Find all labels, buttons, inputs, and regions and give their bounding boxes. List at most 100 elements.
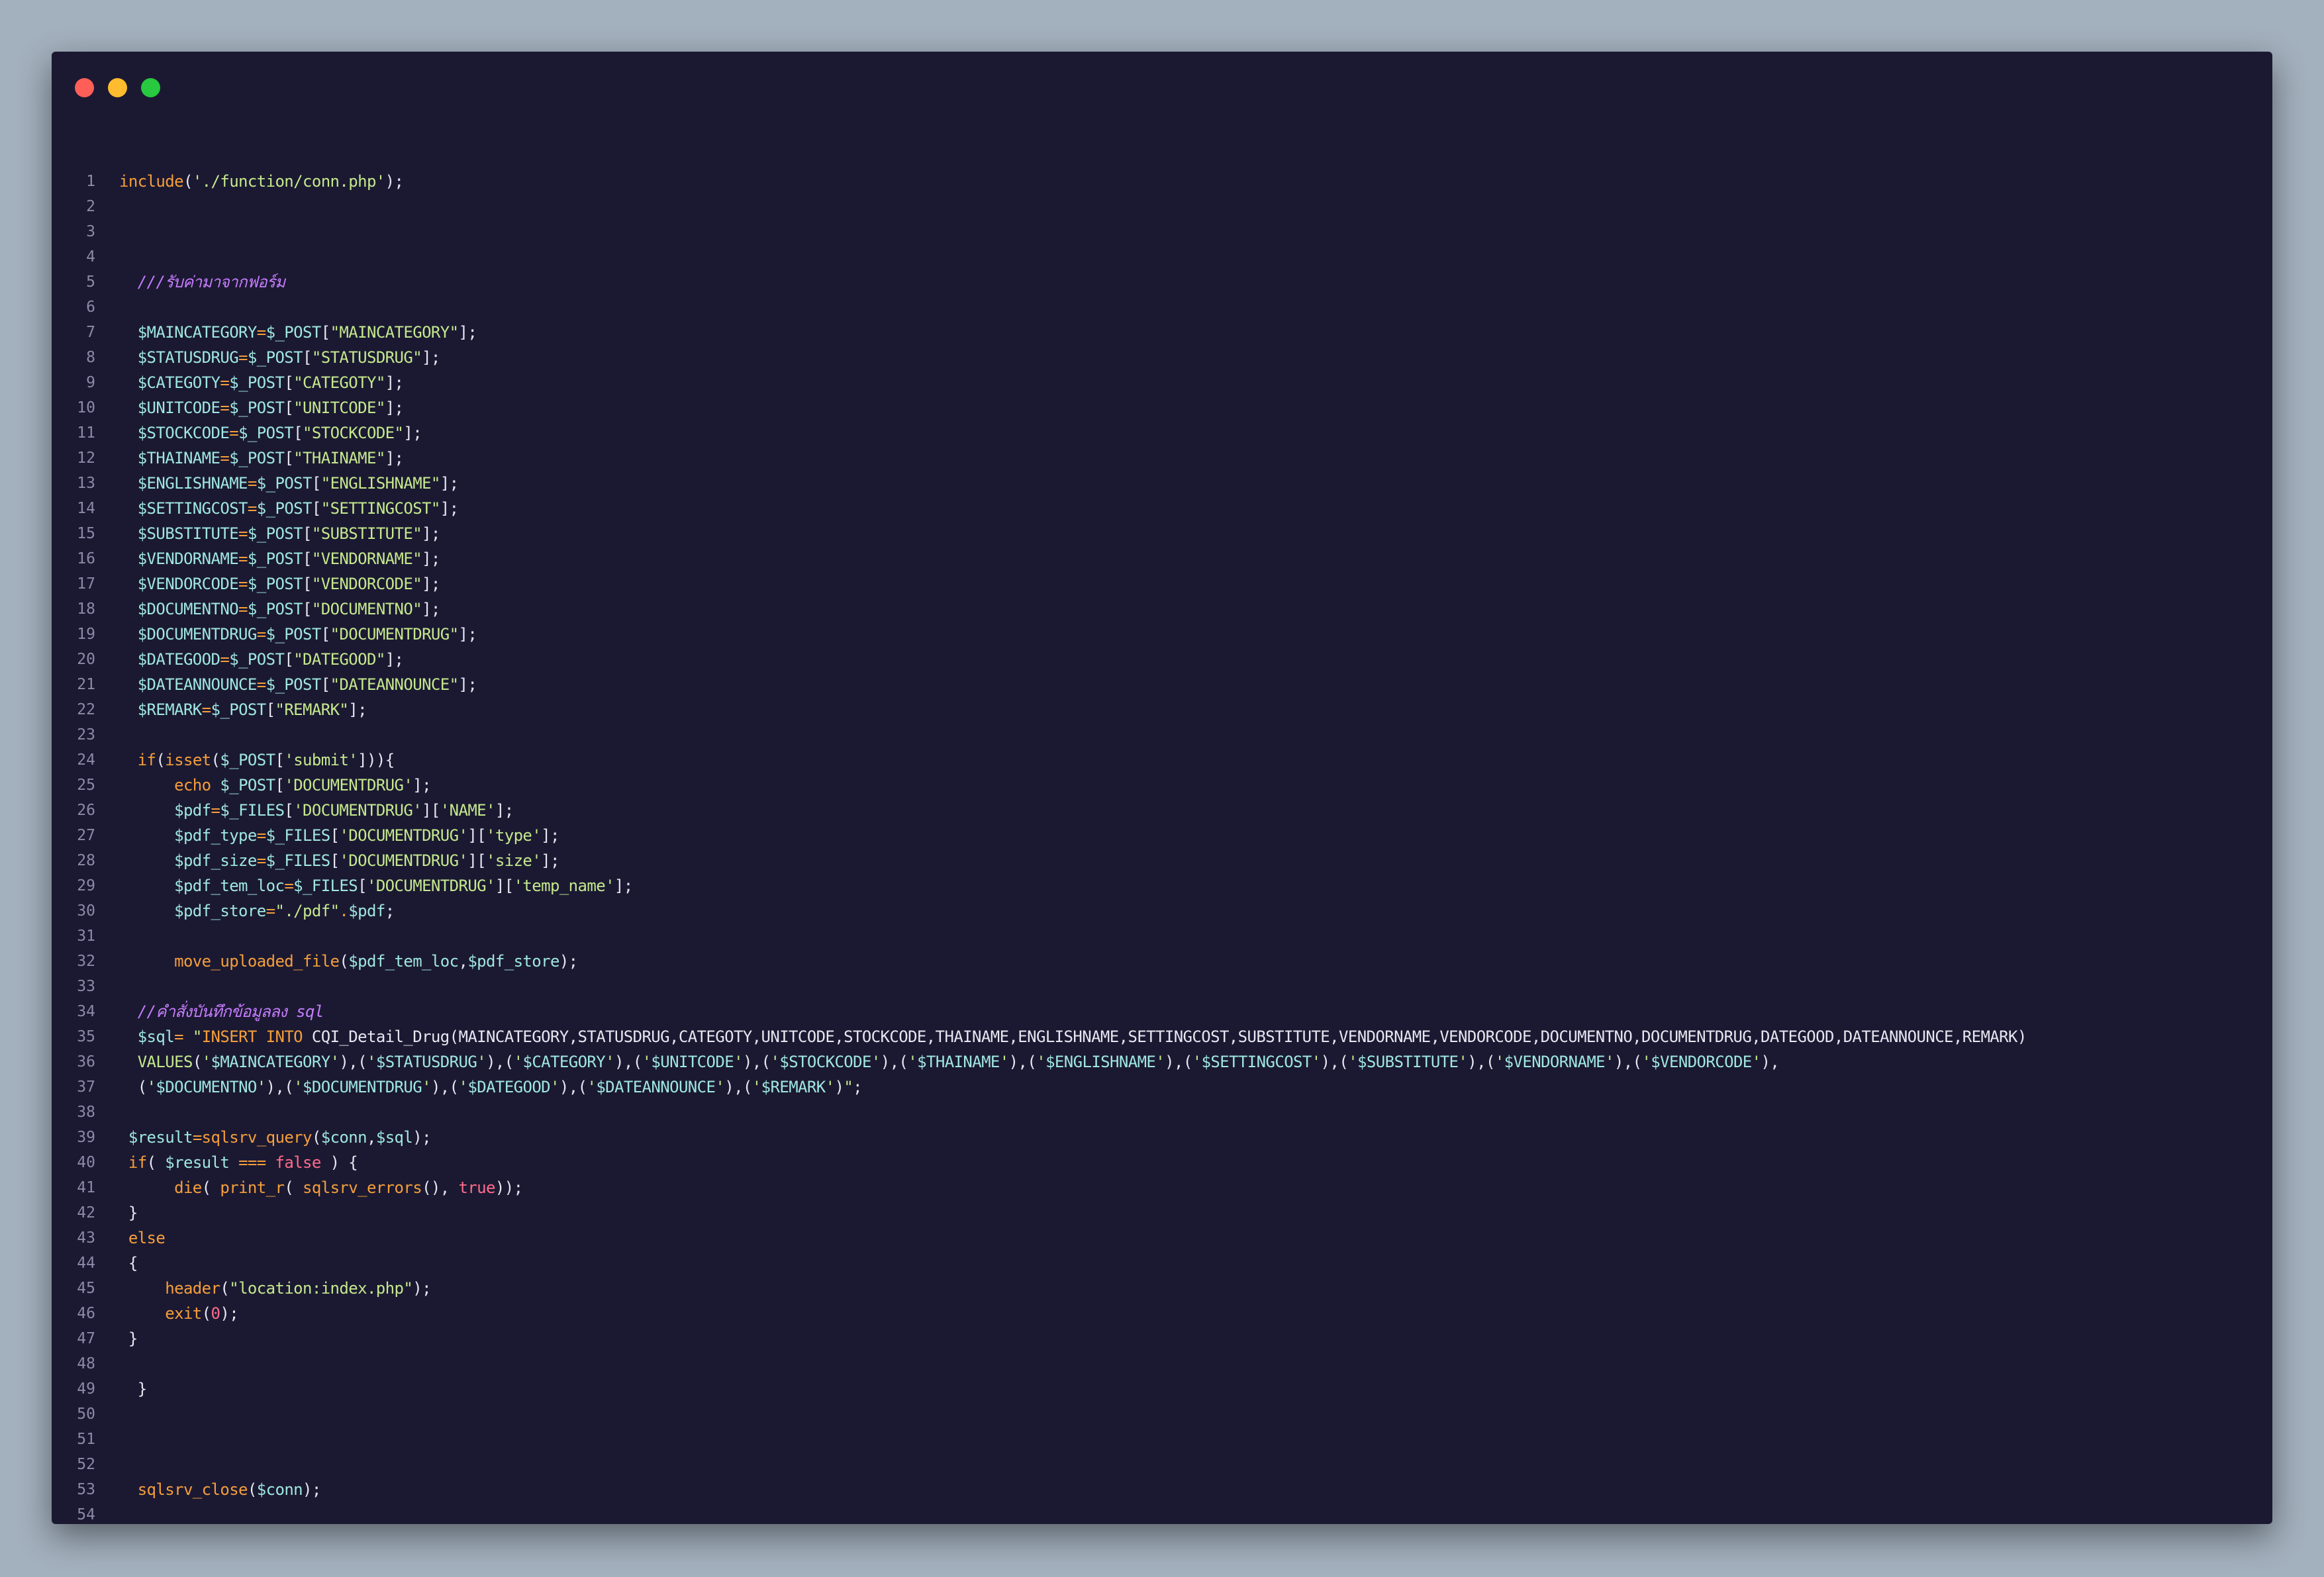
code-token: = <box>256 625 266 644</box>
code-token: $_POST <box>266 675 322 694</box>
code-token: $MAINCATEGORY <box>137 323 258 342</box>
code-token: ),( <box>559 1078 587 1096</box>
line-content: $SUBSTITUTE=$_POST["SUBSTITUTE"]; <box>119 521 441 546</box>
code-token: $_FILES <box>266 851 331 870</box>
code-token: header <box>165 1279 220 1298</box>
code-token: $pdf_store <box>467 952 559 971</box>
line-content: VALUES('$MAINCATEGORY'),('$STATUSDRUG'),… <box>119 1049 1780 1075</box>
code-token: //คำสั่งบันทึกข้อมูลลง sql <box>137 1002 324 1021</box>
minimize-window-icon[interactable] <box>108 78 127 97</box>
code-token: $VENDORNAME <box>137 550 239 568</box>
code-line: 40 if( $result === false ) { <box>52 1150 2272 1175</box>
code-token: $pdf_type <box>174 826 257 845</box>
code-token: ' <box>458 1078 468 1096</box>
code-token: ); <box>385 172 404 191</box>
code-token: [ <box>284 801 294 820</box>
code-token: === <box>238 1153 266 1172</box>
code-line: 14 $SETTINGCOST=$_POST["SETTINGCOST"]; <box>52 496 2272 521</box>
code-line: 4 <box>52 244 2272 269</box>
code-token: = <box>220 399 230 417</box>
code-line: 54 <box>52 1502 2272 1524</box>
code-line: 45 header("location:index.php"); <box>52 1276 2272 1301</box>
code-token: = <box>247 474 257 493</box>
code-token: ]; <box>348 700 367 719</box>
line-number: 48 <box>77 1355 95 1372</box>
code-token: $sql <box>137 1027 175 1046</box>
code-token: ]; <box>422 348 440 367</box>
code-token: ]; <box>422 550 440 568</box>
code-line: 22 $REMARK=$_POST["REMARK"]; <box>52 697 2272 722</box>
code-line: 33 <box>52 974 2272 999</box>
code-token: 'DOCUMENTDRUG' <box>339 826 468 845</box>
code-token: ' <box>587 1078 597 1096</box>
line-content: $UNITCODE=$_POST["UNITCODE"]; <box>119 395 404 420</box>
code-token: [ <box>303 600 312 618</box>
code-token: ' <box>1036 1053 1046 1071</box>
line-content: } <box>119 1326 138 1351</box>
code-token: [ <box>266 700 275 719</box>
code-token: [ <box>311 499 321 518</box>
maximize-window-icon[interactable] <box>141 78 160 97</box>
code-token: ]; <box>458 625 477 644</box>
code-token: [ <box>320 625 330 644</box>
code-token: ]; <box>440 474 459 493</box>
code-token: ]; <box>422 524 440 543</box>
code-token: ][ <box>422 801 440 820</box>
line-number: 28 <box>77 852 95 869</box>
code-token: $REMARK <box>761 1078 826 1096</box>
code-token: "STOCKCODE" <box>303 424 404 442</box>
line-number: 3 <box>86 223 95 240</box>
code-token: ( <box>311 1128 321 1147</box>
line-content: $pdf=$_FILES['DOCUMENTDRUG']['NAME']; <box>119 798 514 823</box>
line-number: 8 <box>86 349 95 366</box>
code-line: 48 <box>52 1351 2272 1376</box>
line-number: 47 <box>77 1330 95 1347</box>
code-token: $STATUSDRUG <box>137 348 239 367</box>
code-token: ; <box>853 1078 863 1096</box>
line-content: $pdf_size=$_FILES['DOCUMENTDRUG']['size'… <box>119 848 559 873</box>
code-token: ][ <box>467 851 487 870</box>
code-token: include <box>119 172 184 191</box>
code-token: ' <box>146 1078 156 1096</box>
code-line: 24 if(isset($_POST['submit'])){ <box>52 747 2272 773</box>
line-number: 10 <box>77 399 95 416</box>
line-number: 31 <box>77 928 95 945</box>
line-number: 25 <box>77 777 95 794</box>
code-token: ); <box>412 1279 431 1298</box>
code-token: $_POST <box>211 700 267 719</box>
line-number: 1 <box>86 173 95 190</box>
code-token: $SETTINGCOST <box>1201 1053 1312 1071</box>
code-token: $_FILES <box>266 826 331 845</box>
line-content: exit(0); <box>119 1301 238 1326</box>
code-token: ),( <box>1614 1053 1642 1071</box>
code-token: $_POST <box>247 348 303 367</box>
line-content: $DOCUMENTNO=$_POST["DOCUMENTNO"]; <box>119 597 441 622</box>
code-token: ' <box>908 1053 918 1071</box>
code-editor[interactable]: 1 include('./function/conn.php'); 2 3 4 5 ///… <box>52 169 2272 1524</box>
code-token: $_POST <box>266 625 322 644</box>
code-line: 32 move_uploaded_file($pdf_tem_loc,$pdf_… <box>52 949 2272 974</box>
line-number: 54 <box>77 1506 95 1523</box>
code-token: = <box>238 600 248 618</box>
code-token: ' <box>1348 1053 1358 1071</box>
line-content: $VENDORCODE=$_POST["VENDORCODE"]; <box>119 571 441 597</box>
line-content: if( $result === false ) { <box>119 1150 358 1175</box>
code-token: ]; <box>385 449 404 467</box>
code-token: "UNITCODE" <box>293 399 385 417</box>
code-token: $_POST <box>266 323 322 342</box>
code-line: 19 $DOCUMENTDRUG=$_POST["DOCUMENTDRUG"]; <box>52 622 2272 647</box>
line-number: 38 <box>77 1104 95 1121</box>
code-token: ]; <box>541 826 559 845</box>
close-window-icon[interactable] <box>75 78 94 97</box>
code-token: $_POST <box>229 373 285 392</box>
